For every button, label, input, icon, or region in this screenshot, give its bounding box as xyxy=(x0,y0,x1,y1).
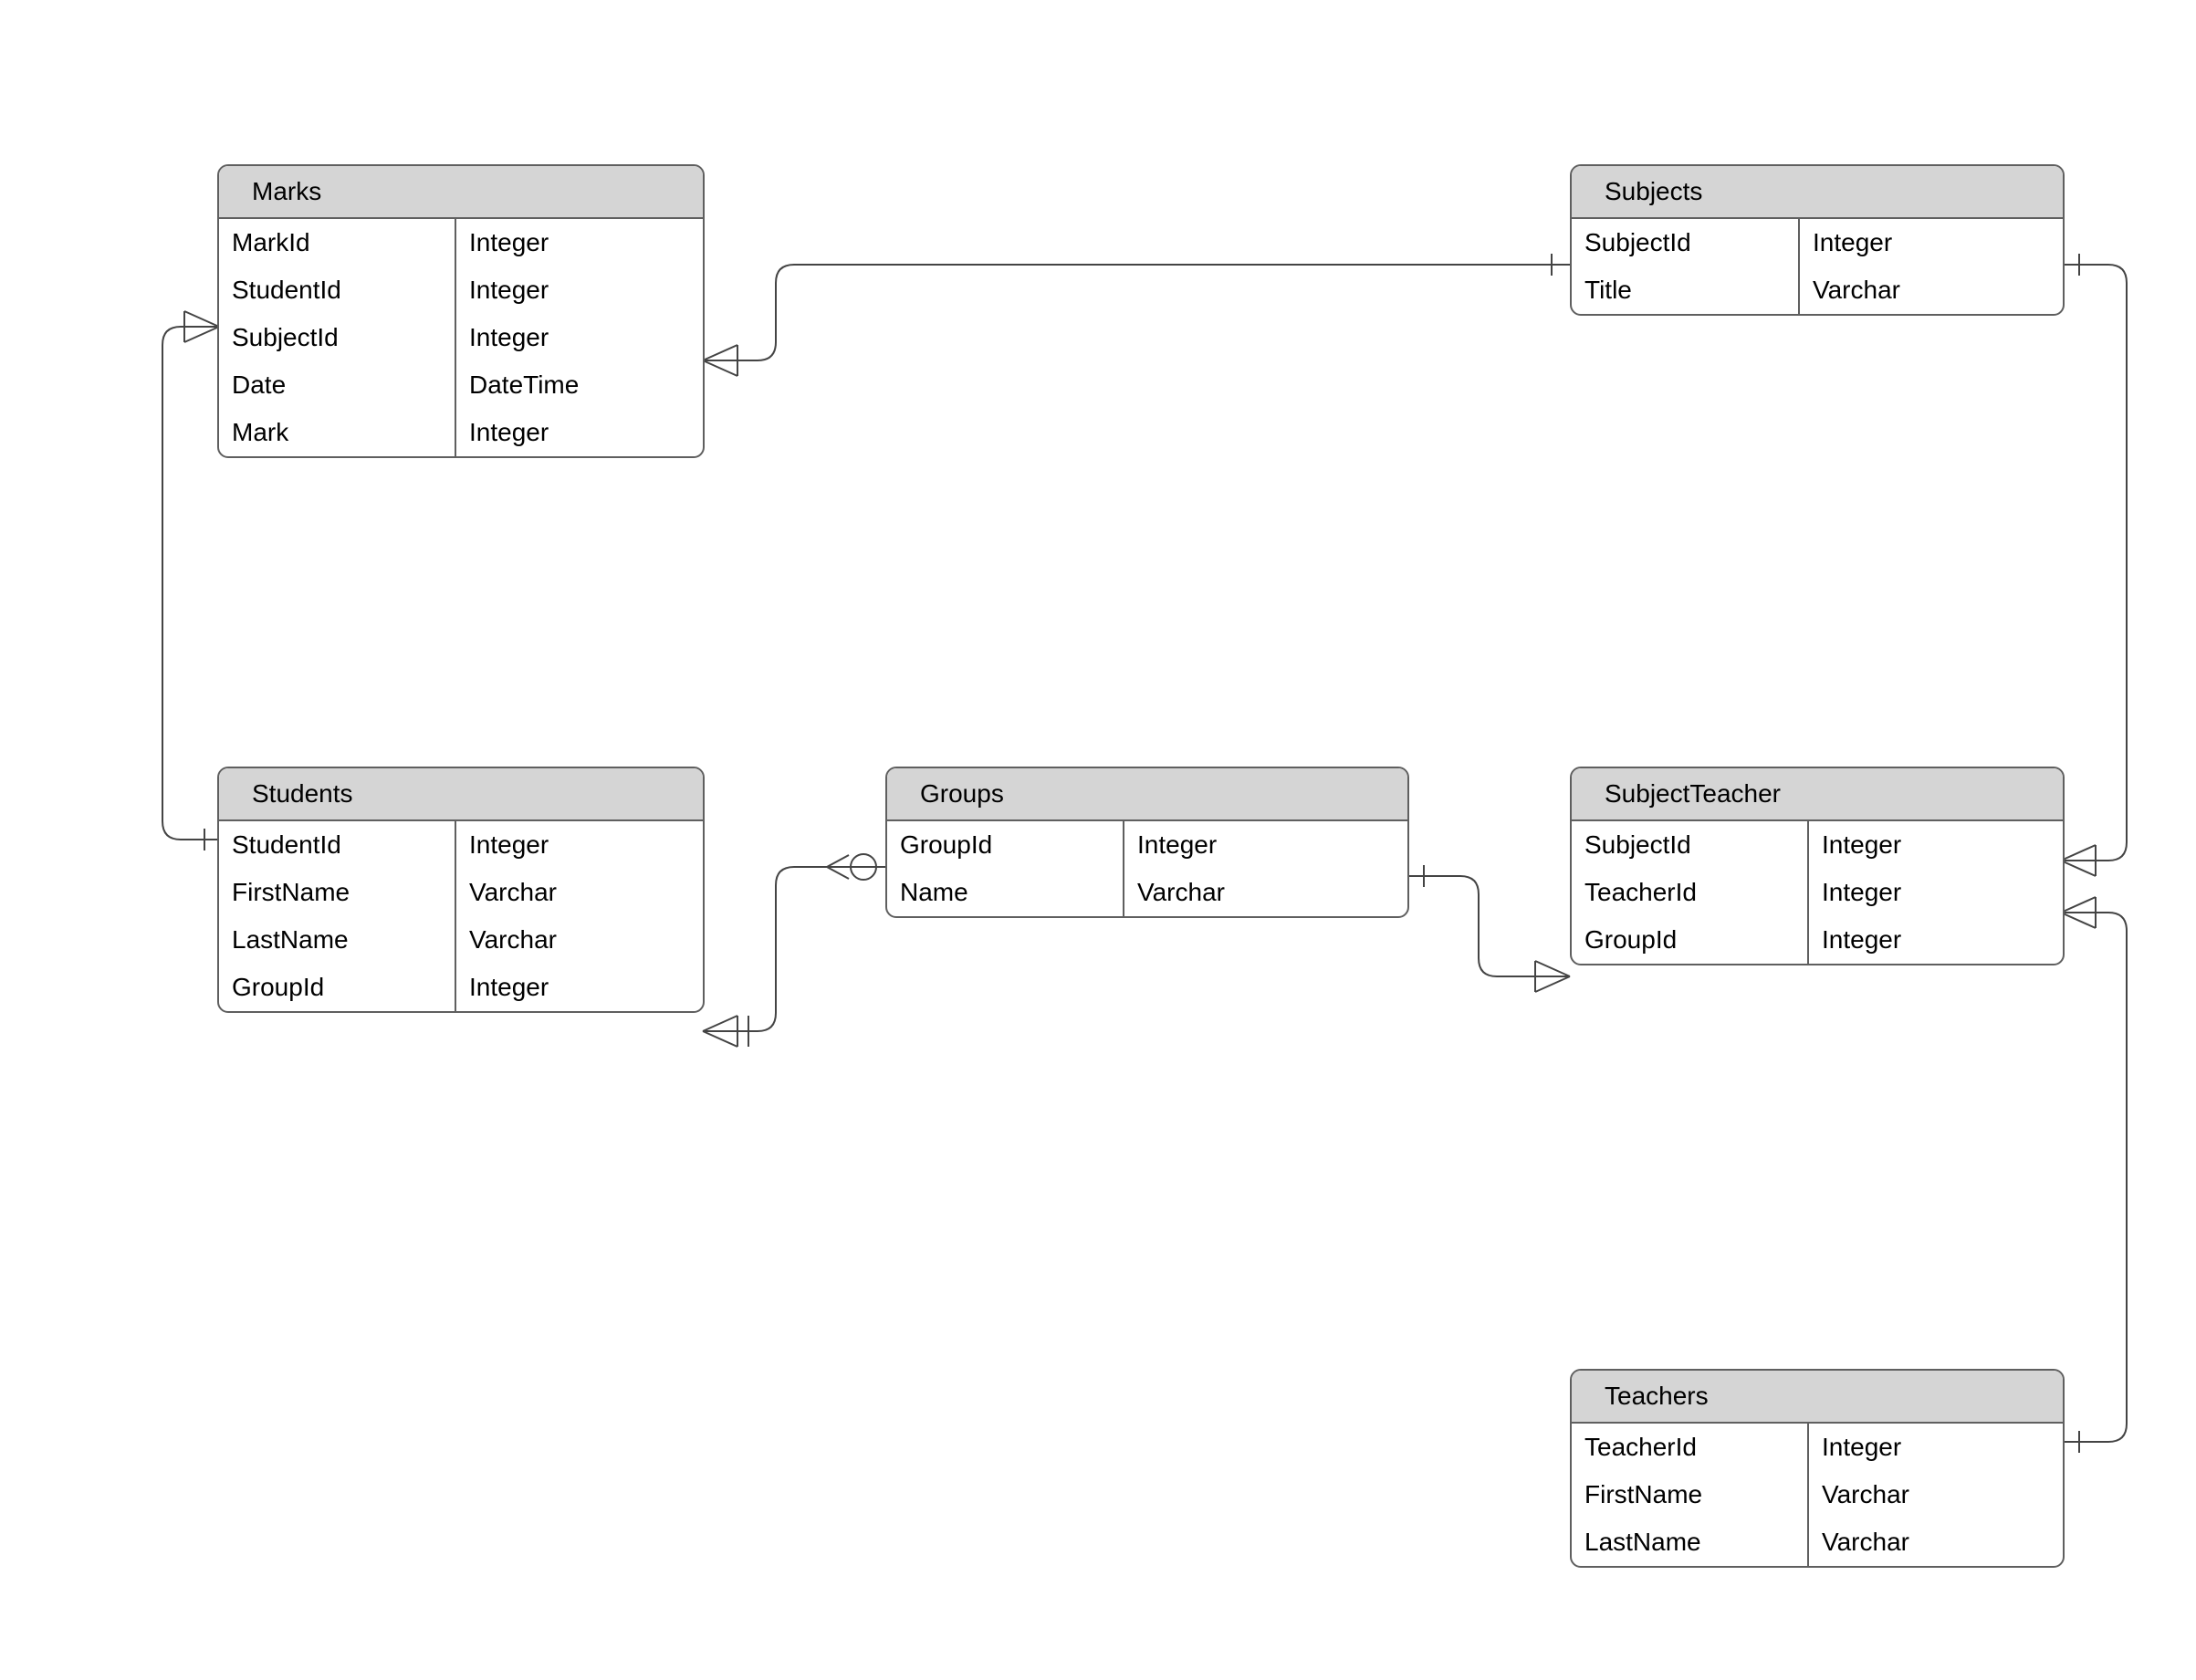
field-name: TeacherId xyxy=(1572,869,1809,916)
field-name: LastName xyxy=(1572,1518,1809,1566)
entity-title: Groups xyxy=(887,768,1407,821)
field-name: SubjectId xyxy=(1572,821,1809,869)
field-type: Varchar xyxy=(1800,266,1913,314)
field-type: Integer xyxy=(1124,821,1229,869)
field-type: Varchar xyxy=(456,916,570,964)
rel-marks-students xyxy=(162,327,219,840)
field-type: Integer xyxy=(456,219,561,266)
field-name: GroupId xyxy=(1572,916,1809,964)
field-type: Integer xyxy=(1809,821,1914,869)
field-name: StudentId xyxy=(219,266,456,314)
field-name: Title xyxy=(1572,266,1800,314)
entity-teachers[interactable]: Teachers TeacherIdInteger FirstNameVarch… xyxy=(1570,1369,2065,1568)
field-name: Name xyxy=(887,869,1124,916)
entity-title: SubjectTeacher xyxy=(1572,768,2063,821)
field-type: Integer xyxy=(1809,1424,1914,1471)
table-row: LastNameVarchar xyxy=(1572,1518,2063,1566)
entity-subjectteacher[interactable]: SubjectTeacher SubjectIdInteger TeacherI… xyxy=(1570,767,2065,965)
table-row: GroupIdInteger xyxy=(1572,916,2063,964)
rel-students-groups xyxy=(703,867,885,1031)
field-name: FirstName xyxy=(219,869,456,916)
rel-teachers-subjectteacher xyxy=(2061,913,2127,1442)
rel-subjects-subjectteacher xyxy=(2061,265,2127,861)
table-row: TeacherIdInteger xyxy=(1572,869,2063,916)
field-type: Integer xyxy=(1800,219,1905,266)
field-type: Integer xyxy=(456,821,561,869)
field-type: Integer xyxy=(1809,916,1914,964)
field-name: FirstName xyxy=(1572,1471,1809,1518)
table-row: GroupIdInteger xyxy=(887,821,1407,869)
entity-students[interactable]: Students StudentIdInteger FirstNameVarch… xyxy=(217,767,705,1013)
field-type: Integer xyxy=(456,314,561,361)
field-type: Varchar xyxy=(1809,1518,1922,1566)
table-row: StudentIdInteger xyxy=(219,266,703,314)
field-name: SubjectId xyxy=(219,314,456,361)
field-type: Integer xyxy=(1809,869,1914,916)
field-type: Integer xyxy=(456,964,561,1011)
table-row: FirstNameVarchar xyxy=(219,869,703,916)
field-type: Varchar xyxy=(456,869,570,916)
field-name: SubjectId xyxy=(1572,219,1800,266)
field-name: LastName xyxy=(219,916,456,964)
field-name: TeacherId xyxy=(1572,1424,1809,1471)
table-row: NameVarchar xyxy=(887,869,1407,916)
table-row: SubjectIdInteger xyxy=(1572,219,2063,266)
field-name: Date xyxy=(219,361,456,409)
table-row: SubjectIdInteger xyxy=(1572,821,2063,869)
er-diagram-canvas: Marks MarkIdInteger StudentIdInteger Sub… xyxy=(0,0,2196,1680)
table-row: FirstNameVarchar xyxy=(1572,1471,2063,1518)
table-row: MarkIdInteger xyxy=(219,219,703,266)
field-type: Varchar xyxy=(1809,1471,1922,1518)
entity-title: Subjects xyxy=(1572,166,2063,219)
entity-marks[interactable]: Marks MarkIdInteger StudentIdInteger Sub… xyxy=(217,164,705,458)
table-row: SubjectIdInteger xyxy=(219,314,703,361)
field-type: Integer xyxy=(456,409,561,456)
field-name: GroupId xyxy=(887,821,1124,869)
field-name: MarkId xyxy=(219,219,456,266)
entity-subjects[interactable]: Subjects SubjectIdInteger TitleVarchar xyxy=(1570,164,2065,316)
rel-groups-subjectteacher xyxy=(1406,876,1570,976)
field-type: Integer xyxy=(456,266,561,314)
rel-marks-subjects xyxy=(703,265,1570,360)
table-row: TitleVarchar xyxy=(1572,266,2063,314)
entity-title: Marks xyxy=(219,166,703,219)
table-row: DateDateTime xyxy=(219,361,703,409)
table-row: GroupIdInteger xyxy=(219,964,703,1011)
field-name: GroupId xyxy=(219,964,456,1011)
entity-title: Students xyxy=(219,768,703,821)
table-row: MarkInteger xyxy=(219,409,703,456)
field-name: Mark xyxy=(219,409,456,456)
table-row: LastNameVarchar xyxy=(219,916,703,964)
entity-title: Teachers xyxy=(1572,1371,2063,1424)
field-name: StudentId xyxy=(219,821,456,869)
table-row: TeacherIdInteger xyxy=(1572,1424,2063,1471)
table-row: StudentIdInteger xyxy=(219,821,703,869)
field-type: DateTime xyxy=(456,361,591,409)
entity-groups[interactable]: Groups GroupIdInteger NameVarchar xyxy=(885,767,1409,918)
field-type: Varchar xyxy=(1124,869,1238,916)
